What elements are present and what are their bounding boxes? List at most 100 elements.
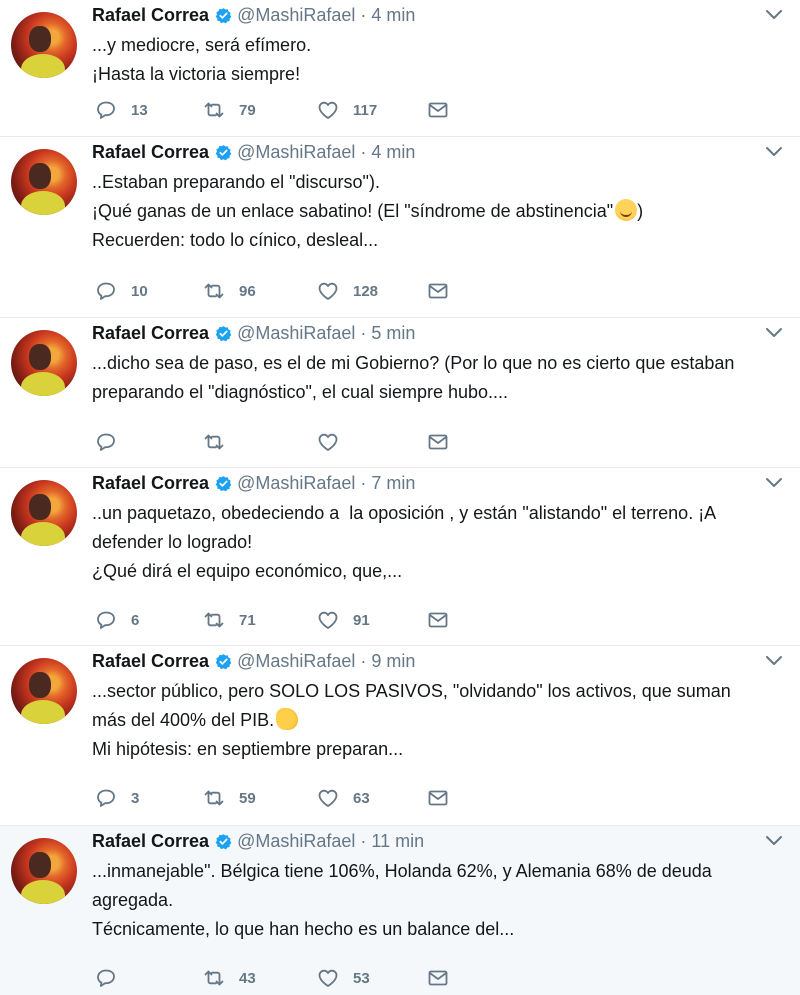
tweet-text-line: ...y mediocre, será efímero. xyxy=(92,35,312,55)
tweet-text-line: agregada. xyxy=(92,890,174,910)
tweet-text: ...y mediocre, será efímero. ¡Hasta la vi… xyxy=(92,31,784,89)
reply-button[interactable]: 3 xyxy=(94,786,139,810)
tweet[interactable]: Rafael Correa @MashiRafael · 9 min ...se… xyxy=(0,646,800,826)
like-button[interactable]: 91 xyxy=(316,608,370,632)
reply-icon xyxy=(97,969,115,987)
tweet-text-line: Recuerden: todo lo cínico, desleal... xyxy=(92,230,379,250)
avatar[interactable] xyxy=(11,12,77,78)
direct-message-icon xyxy=(428,102,448,118)
chevron-down-icon[interactable] xyxy=(764,4,784,24)
author-handle[interactable]: @MashiRafael xyxy=(237,829,355,853)
tweet-text-line: ..Estaban preparando el "discurso"). xyxy=(92,172,380,192)
like-count: 128 xyxy=(353,282,379,300)
avatar[interactable] xyxy=(11,838,77,904)
retweet-button[interactable]: 71 xyxy=(202,608,256,632)
chevron-down-icon[interactable] xyxy=(764,472,784,492)
tweet-actions xyxy=(92,430,452,454)
avatar[interactable] xyxy=(11,480,77,546)
like-count: 53 xyxy=(353,969,370,987)
retweet-count: 43 xyxy=(239,969,256,987)
retweet-count: 79 xyxy=(239,101,256,119)
direct-message-icon xyxy=(428,612,448,628)
author-name[interactable]: Rafael Correa xyxy=(92,649,209,673)
tweet-text-line-with-emoji: ¡Qué ganas de un enlace sabatino! (El "s… xyxy=(92,199,644,221)
like-button[interactable] xyxy=(316,430,353,454)
verified-badge-icon xyxy=(215,653,232,669)
author-name[interactable]: Rafael Correa xyxy=(92,471,209,495)
author-name[interactable]: Rafael Correa xyxy=(92,140,209,164)
reply-icon xyxy=(97,611,115,629)
reply-button[interactable]: 10 xyxy=(94,279,148,303)
chevron-down-icon[interactable] xyxy=(764,322,784,342)
retweet-button[interactable]: 59 xyxy=(202,786,256,810)
direct-message-icon xyxy=(428,790,448,806)
retweet-button[interactable] xyxy=(202,430,239,454)
author-handle[interactable]: @MashiRafael xyxy=(237,471,355,495)
reply-count: 10 xyxy=(131,282,148,300)
reply-button[interactable] xyxy=(94,966,131,990)
clapping-hands-emoji-icon xyxy=(276,708,299,730)
like-button[interactable]: 128 xyxy=(316,279,378,303)
chevron-down-icon[interactable] xyxy=(764,830,784,850)
reply-count: 3 xyxy=(131,789,140,807)
timestamp[interactable]: 4 min xyxy=(371,3,415,27)
retweet-button[interactable]: 43 xyxy=(202,966,256,990)
direct-message-button[interactable] xyxy=(426,430,450,454)
tweet-actions: 6 71 91 xyxy=(92,608,452,632)
retweet-icon xyxy=(204,612,224,628)
like-button[interactable]: 117 xyxy=(316,98,377,122)
tweet-actions: 3 59 63 xyxy=(92,786,452,810)
timestamp[interactable]: 5 min xyxy=(371,321,415,345)
avatar[interactable] xyxy=(11,658,77,724)
direct-message-button[interactable] xyxy=(426,279,450,303)
tweet-text: ...inmanejable". Bélgica tiene 106%, Hol… xyxy=(92,857,784,944)
tweet[interactable]: Rafael Correa @MashiRafael · 11 min ...i… xyxy=(0,826,800,995)
tweet-text-line: Técnicamente, lo que han hecho es un bal… xyxy=(92,919,515,939)
author-name[interactable]: Rafael Correa xyxy=(92,3,209,27)
author-name[interactable]: Rafael Correa xyxy=(92,829,209,853)
reply-button[interactable] xyxy=(94,430,131,454)
like-count: 91 xyxy=(353,611,370,629)
tweet[interactable]: Rafael Correa @MashiRafael · 4 min ...y … xyxy=(0,0,800,137)
smiling-face-emoji-icon xyxy=(615,199,638,221)
direct-message-button[interactable] xyxy=(426,966,450,990)
retweet-button[interactable]: 96 xyxy=(202,279,256,303)
tweet[interactable]: Rafael Correa @MashiRafael · 7 min ..un … xyxy=(0,468,800,646)
author-handle[interactable]: @MashiRafael xyxy=(237,321,355,345)
separator-dot: · xyxy=(360,5,367,25)
direct-message-icon xyxy=(428,434,448,450)
author-handle[interactable]: @MashiRafael xyxy=(237,649,355,673)
tweet-text-line: ...inmanejable". Bélgica tiene 106%, Hol… xyxy=(92,861,712,881)
timestamp[interactable]: 11 min xyxy=(371,829,424,853)
tweet[interactable]: Rafael Correa @MashiRafael · 5 min ...di… xyxy=(0,318,800,468)
tweet[interactable]: Rafael Correa @MashiRafael · 4 min ..Est… xyxy=(0,137,800,318)
timestamp[interactable]: 4 min xyxy=(371,140,415,164)
retweet-icon xyxy=(204,790,224,806)
direct-message-button[interactable] xyxy=(426,98,450,122)
reply-button[interactable]: 6 xyxy=(94,608,139,632)
chevron-down-icon[interactable] xyxy=(764,650,784,670)
direct-message-icon xyxy=(428,283,448,299)
like-button[interactable]: 53 xyxy=(316,966,370,990)
reply-button[interactable]: 13 xyxy=(94,98,148,122)
author-handle[interactable]: @MashiRafael xyxy=(237,140,355,164)
tweet-text-line-with-emoji: más del 400% del PIB. xyxy=(92,706,784,735)
separator-dot: · xyxy=(360,831,367,851)
author-handle[interactable]: @MashiRafael xyxy=(237,3,355,27)
reply-icon xyxy=(97,101,115,119)
like-icon xyxy=(318,282,338,300)
like-icon xyxy=(318,433,338,451)
direct-message-button[interactable] xyxy=(426,786,450,810)
retweet-button[interactable]: 79 xyxy=(202,98,256,122)
like-button[interactable]: 63 xyxy=(316,786,370,810)
direct-message-button[interactable] xyxy=(426,608,450,632)
avatar[interactable] xyxy=(11,330,77,396)
chevron-down-icon[interactable] xyxy=(764,141,784,161)
author-name[interactable]: Rafael Correa xyxy=(92,321,209,345)
avatar[interactable] xyxy=(11,149,77,215)
timestamp[interactable]: 9 min xyxy=(371,649,415,673)
tweet-text-line: ¿Qué dirá el equipo económico, que,... xyxy=(92,561,403,581)
timestamp[interactable]: 7 min xyxy=(371,471,415,495)
separator-dot: · xyxy=(360,323,367,343)
like-icon xyxy=(318,611,338,629)
